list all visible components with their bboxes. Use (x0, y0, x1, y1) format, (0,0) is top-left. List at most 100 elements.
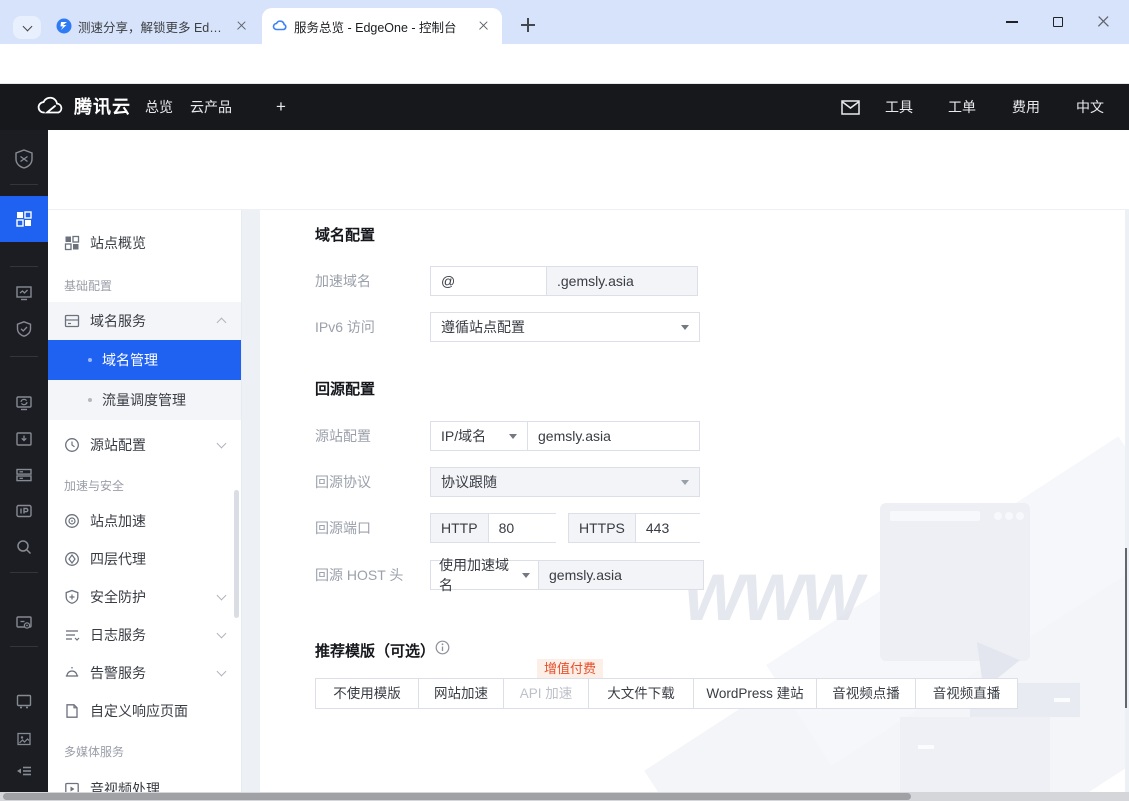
window-edge (1125, 548, 1127, 708)
new-tab-button[interactable] (516, 13, 540, 37)
browser-tab-active[interactable]: 服务总览 - EdgeOne - 控制台 (262, 8, 502, 44)
sidebar-item-label: 站点概览 (90, 233, 146, 253)
accel-domain-input[interactable] (430, 266, 547, 296)
template-live[interactable]: 音视频直播 (915, 678, 1018, 709)
sidebar-item-origin-config[interactable]: 源站配置 (48, 426, 241, 464)
close-tab-icon[interactable] (476, 18, 492, 34)
queue-list-icon[interactable] (0, 754, 48, 788)
nav-overview[interactable]: 总览 (145, 84, 173, 130)
template-large-file[interactable]: 大文件下载 (588, 678, 694, 709)
chevron-down-icon (217, 667, 227, 677)
search-icon[interactable] (0, 530, 48, 564)
close-tab-icon[interactable] (234, 18, 250, 34)
ipv6-select[interactable]: 遵循站点配置 (430, 312, 700, 342)
shield-plus-icon (64, 589, 80, 605)
chevron-down-icon (217, 439, 227, 449)
https-chip: HTTPS (569, 514, 636, 542)
template-wordpress[interactable]: WordPress 建站 (693, 678, 817, 709)
sidebar-item-label: 站点加速 (90, 511, 146, 531)
server-icon[interactable] (0, 458, 48, 492)
host-mode-select[interactable]: 使用加速域名 (430, 560, 539, 590)
rail-dashboard-active[interactable] (0, 196, 48, 242)
template-website-accel[interactable]: 网站加速 (418, 678, 504, 709)
product-icon-rail (0, 130, 48, 801)
sidebar-group-domain-service: 域名服务 域名管理 流量调度管理 (48, 302, 241, 420)
sidebar-item-domain-service[interactable]: 域名服务 (48, 302, 241, 340)
image-icon[interactable] (0, 722, 48, 756)
http-port-input[interactable] (489, 514, 557, 542)
overview-grid-icon (64, 235, 80, 251)
host-header-value: gemsly.asia (538, 560, 704, 590)
host-mode-value: 使用加速域名 (439, 555, 518, 595)
tencent-cloud-logo[interactable]: 腾讯云 (36, 93, 131, 119)
protocol-selected-value: 协议跟随 (441, 472, 497, 492)
decorative-watermark: WWW (645, 471, 1125, 801)
sidebar-item-label: 域名管理 (102, 350, 158, 370)
template-vod[interactable]: 音视频点播 (816, 678, 916, 709)
window-maximize-button[interactable] (1035, 0, 1081, 44)
sidebar-item-domain-management[interactable]: 域名管理 (48, 340, 241, 380)
chevron-up-icon (217, 318, 227, 328)
template-no-template[interactable]: 不使用模版 (315, 678, 419, 709)
messages-button[interactable] (841, 84, 860, 130)
sidebar-item-traffic-scheduling[interactable]: 流量调度管理 (48, 380, 241, 420)
ip-icon[interactable] (0, 494, 48, 528)
sidebar-section-multimedia: 多媒体服务 (64, 738, 234, 766)
origin-type-select[interactable]: IP/域名 (430, 421, 528, 451)
monitor-chart-icon[interactable] (0, 276, 48, 310)
tab-search-button[interactable] (13, 16, 41, 39)
nav-products[interactable]: 云产品 (190, 84, 232, 130)
sidebar-item-label: 域名服务 (90, 311, 146, 331)
terminal-icon[interactable] (0, 684, 48, 718)
horizontal-scrollbar-thumb[interactable] (3, 793, 911, 800)
download-icon[interactable] (0, 422, 48, 456)
main-content: WWW 域名配置 加速域名 .gemsly.asia IPv6 访问 遵循站点配… (242, 210, 1129, 801)
nav-language[interactable]: 中文 (1076, 84, 1104, 130)
sidebar-item-l4-proxy[interactable]: 四层代理 (48, 540, 241, 578)
tab-title: 测速分享，解锁更多 EdgeOne (78, 17, 228, 36)
sidebar-scrollbar[interactable] (234, 490, 239, 618)
sidebar-item-alarm-service[interactable]: 告警服务 (48, 654, 241, 692)
console-header: gemsly.asia / 域名管理 / 添加域名 已启用 | 站点ID： zo… (48, 130, 1129, 210)
monitor-gear-icon[interactable] (0, 606, 48, 640)
nav-add-button[interactable]: + (276, 84, 286, 130)
sidebar-item-label: 源站配置 (90, 435, 146, 455)
www-watermark-text: WWW (676, 559, 867, 635)
sidebar-item-label: 四层代理 (90, 549, 146, 569)
nav-billing[interactable]: 费用 (1012, 84, 1040, 130)
template-api-accel[interactable]: API 加速 (503, 678, 589, 709)
monitor-sync-icon[interactable] (0, 386, 48, 420)
brand-name: 腾讯云 (74, 93, 131, 119)
nav-tickets[interactable]: 工单 (948, 84, 976, 130)
sidebar-section-accel-security: 加速与安全 (64, 472, 234, 500)
ipv6-label: IPv6 访问 (315, 312, 375, 342)
window-close-button[interactable] (1081, 0, 1127, 44)
sidebar-item-custom-response-page[interactable]: 自定义响应页面 (48, 692, 241, 730)
maximize-icon (1053, 17, 1063, 27)
info-icon[interactable] (435, 640, 450, 655)
origin-address-input[interactable] (527, 421, 700, 451)
sidebar-item-security-protection[interactable]: 安全防护 (48, 578, 241, 616)
sidebar-item-log-service[interactable]: 日志服务 (48, 616, 241, 654)
origin-label: 源站配置 (315, 421, 371, 451)
dashboard-grid-icon (15, 210, 33, 228)
minimize-icon (1006, 21, 1018, 23)
add-domain-form-card: WWW 域名配置 加速域名 .gemsly.asia IPv6 访问 遵循站点配… (260, 210, 1125, 801)
bullet-icon (88, 398, 92, 402)
protocol-select[interactable]: 协议跟随 (430, 467, 700, 497)
browser-tab-inactive[interactable]: 测速分享，解锁更多 EdgeOne (46, 8, 260, 44)
edgeone-logo-icon[interactable] (0, 142, 48, 176)
shield-check-icon[interactable] (0, 312, 48, 346)
https-port-input[interactable] (636, 514, 700, 542)
horizontal-scrollbar[interactable] (0, 792, 1129, 801)
sidebar-item-site-acceleration[interactable]: 站点加速 (48, 502, 241, 540)
window-minimize-button[interactable] (989, 0, 1035, 44)
nav-tools[interactable]: 工具 (885, 84, 913, 130)
layer4-proxy-icon (64, 551, 80, 567)
sidebar-item-label: 安全防护 (90, 587, 146, 607)
cloud-logo-icon (36, 95, 66, 117)
log-list-icon (64, 627, 80, 643)
chevron-down-icon (22, 21, 32, 31)
sidebar-item-site-overview[interactable]: 站点概览 (48, 224, 241, 262)
accel-domain-label: 加速域名 (315, 266, 371, 296)
